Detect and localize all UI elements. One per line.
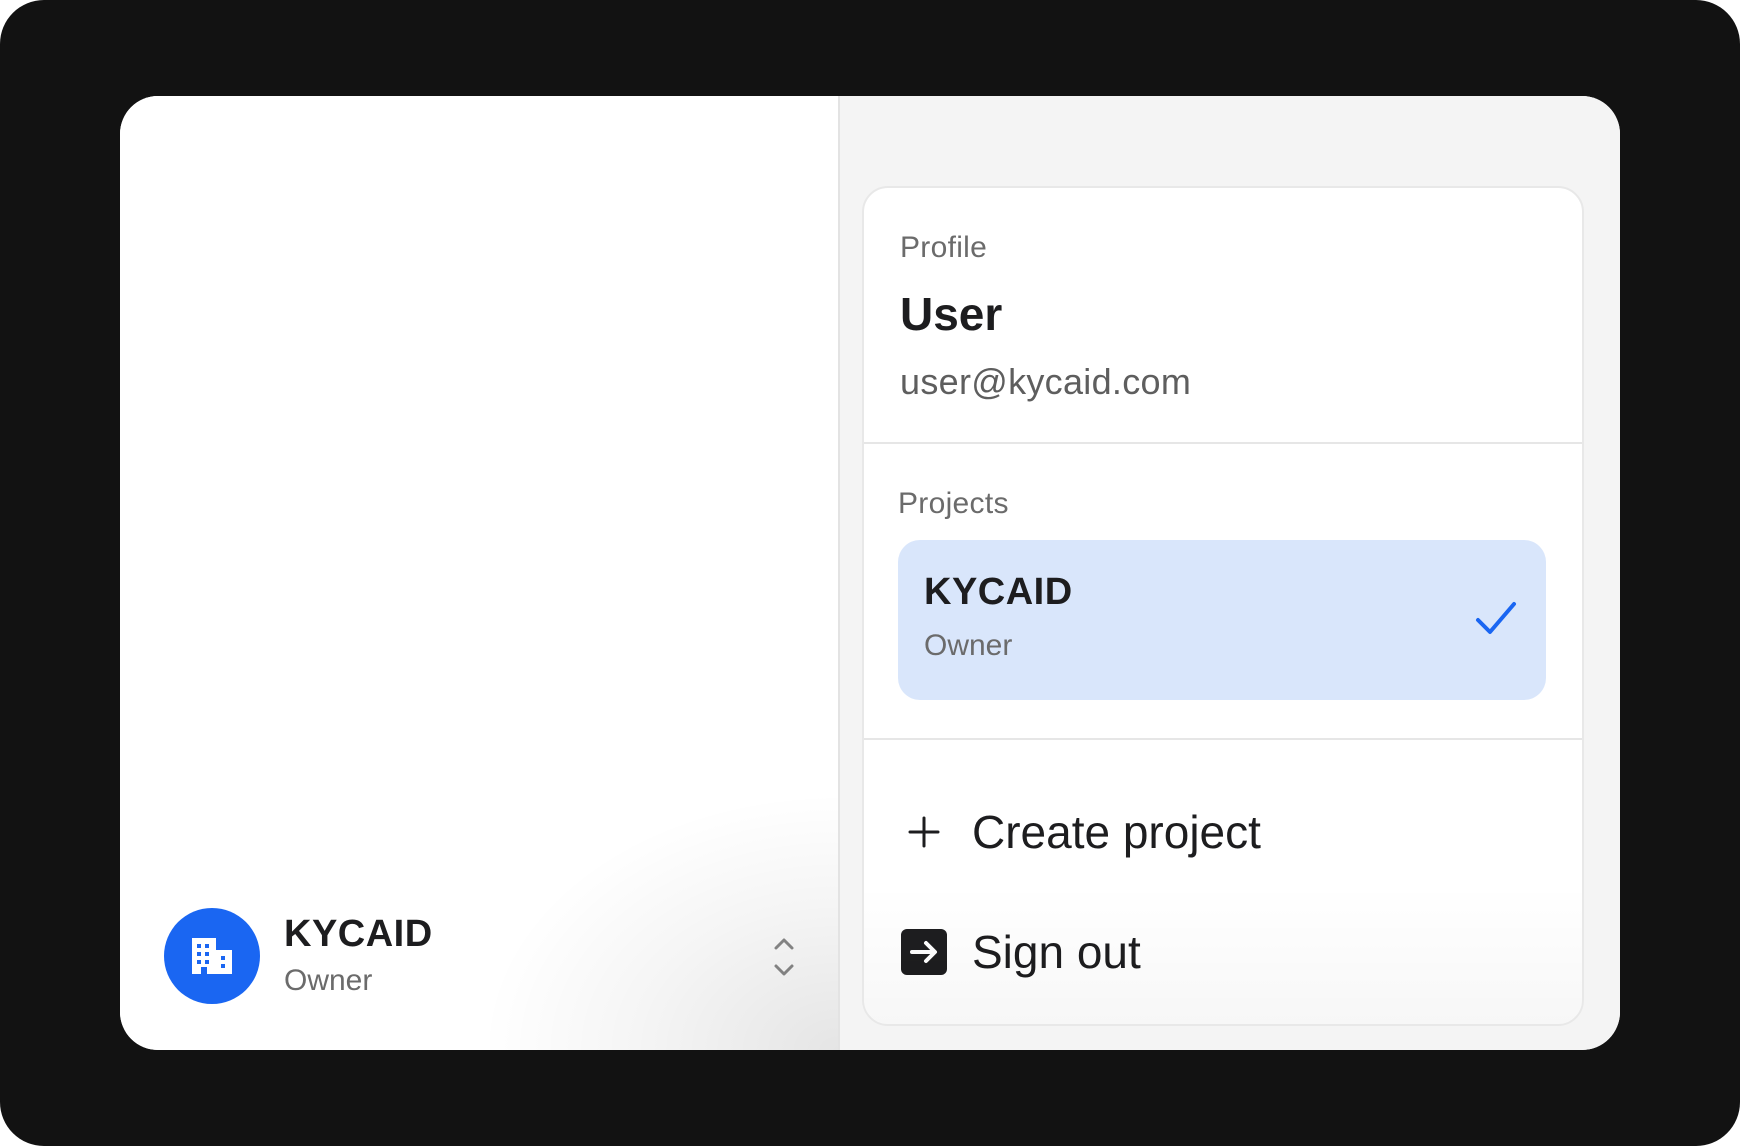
plus-icon (900, 808, 948, 856)
account-menu: Profile User user@kycaid.com Projects KY… (862, 186, 1584, 1026)
actions-section: Create project Sign out (864, 740, 1582, 1012)
avatar (164, 908, 260, 1004)
create-project-label: Create project (972, 806, 1261, 858)
project-role: Owner (924, 629, 1013, 662)
sign-out-button[interactable]: Sign out (900, 892, 1546, 1012)
project-name: KYCAID (924, 571, 1073, 613)
account-switcher[interactable]: KYCAID Owner (164, 906, 804, 1006)
sign-out-label: Sign out (972, 926, 1141, 978)
sidebar: KYCAID Owner (120, 96, 838, 1050)
building-icon (192, 938, 232, 974)
chevron-up-down-icon[interactable] (764, 934, 804, 980)
profile-name: User (900, 288, 1003, 340)
projects-label: Projects (898, 487, 1009, 520)
create-project-button[interactable]: Create project (900, 772, 1546, 892)
account-menu-panel: Profile User user@kycaid.com Projects KY… (840, 96, 1620, 1050)
profile-section: Profile User user@kycaid.com (864, 188, 1582, 444)
profile-email: user@kycaid.com (900, 361, 1192, 402)
app-window: KYCAID Owner Profile User user@kycaid.co… (120, 96, 1620, 1050)
profile-label: Profile (900, 231, 988, 264)
account-role: Owner (284, 964, 373, 997)
device-frame: KYCAID Owner Profile User user@kycaid.co… (0, 0, 1740, 1146)
projects-section: Projects KYCAID Owner (864, 444, 1582, 740)
check-icon (1476, 602, 1516, 634)
sign-out-icon (900, 928, 948, 976)
account-info: KYCAID Owner (284, 911, 433, 1001)
account-name: KYCAID (284, 913, 433, 955)
project-item-kycaid[interactable]: KYCAID Owner (898, 540, 1546, 700)
